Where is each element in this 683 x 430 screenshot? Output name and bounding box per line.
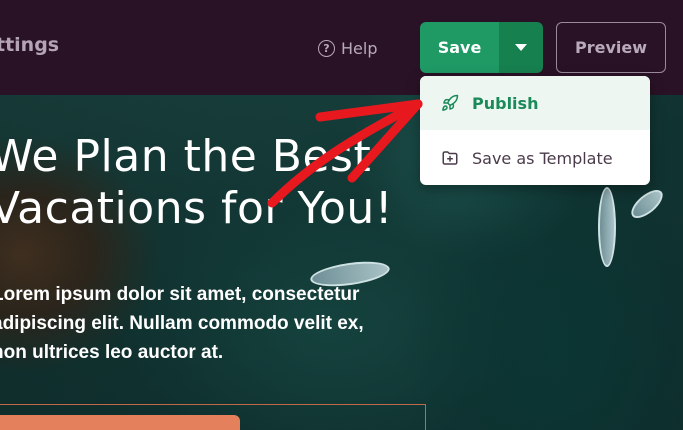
menu-item-publish[interactable]: Publish: [420, 76, 650, 130]
help-label: Help: [341, 38, 378, 58]
hero-heading-line: We Plan the Best: [0, 131, 372, 182]
help-link[interactable]: ? Help: [318, 37, 377, 59]
hero-heading: We Plan the Best Vacations for You!: [0, 131, 393, 235]
hero-heading-line: Vacations for You!: [0, 183, 393, 234]
save-options-toggle[interactable]: [499, 22, 543, 73]
folder-plus-icon: [440, 148, 460, 168]
settings-title[interactable]: ttings: [0, 34, 59, 56]
menu-item-label: Save as Template: [472, 148, 613, 168]
save-button-group: Save: [420, 22, 543, 73]
hero-paragraph-line: adipiscing elit. Nullam commodo velit ex…: [0, 313, 364, 334]
preview-button[interactable]: Preview: [556, 22, 666, 73]
cta-button[interactable]: [0, 415, 240, 430]
kayak-image: [598, 187, 616, 267]
hero-paragraph-line: Lorem ipsum dolor sit amet, consectetur: [0, 284, 360, 305]
hero-paragraph: Lorem ipsum dolor sit amet, consectetur …: [0, 280, 392, 367]
menu-item-label: Publish: [472, 93, 539, 113]
save-button[interactable]: Save: [420, 22, 499, 73]
caret-down-icon: [515, 44, 527, 51]
rocket-icon: [440, 93, 460, 113]
help-icon: ?: [318, 39, 335, 57]
save-dropdown-menu: Publish Save as Template: [420, 76, 650, 185]
hero-paragraph-line: non ultrices leo auctor at.: [0, 342, 224, 363]
menu-item-save-as-template[interactable]: Save as Template: [420, 131, 650, 185]
